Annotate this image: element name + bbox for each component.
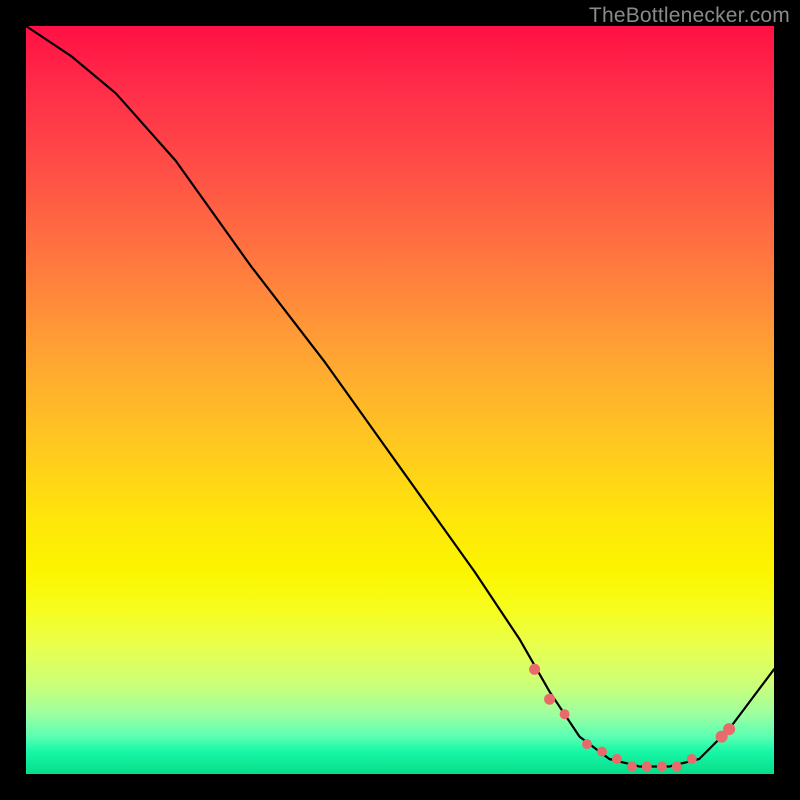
marker-point (529, 664, 540, 675)
marker-point (582, 739, 592, 749)
marker-point (642, 762, 652, 772)
marker-point (544, 694, 555, 705)
marker-point (657, 762, 667, 772)
marker-point (597, 747, 607, 757)
marker-point (723, 723, 735, 735)
chart-svg (26, 26, 774, 774)
chart-frame: TheBottlenecker.com (0, 0, 800, 800)
watermark-text: TheBottlenecker.com (589, 4, 790, 28)
marker-point (687, 754, 697, 764)
bottleneck-curve (26, 26, 774, 767)
marker-point (627, 762, 637, 772)
marker-point (612, 754, 622, 764)
chart-plot-area (26, 26, 774, 774)
marker-point (672, 762, 682, 772)
marker-point (560, 709, 570, 719)
